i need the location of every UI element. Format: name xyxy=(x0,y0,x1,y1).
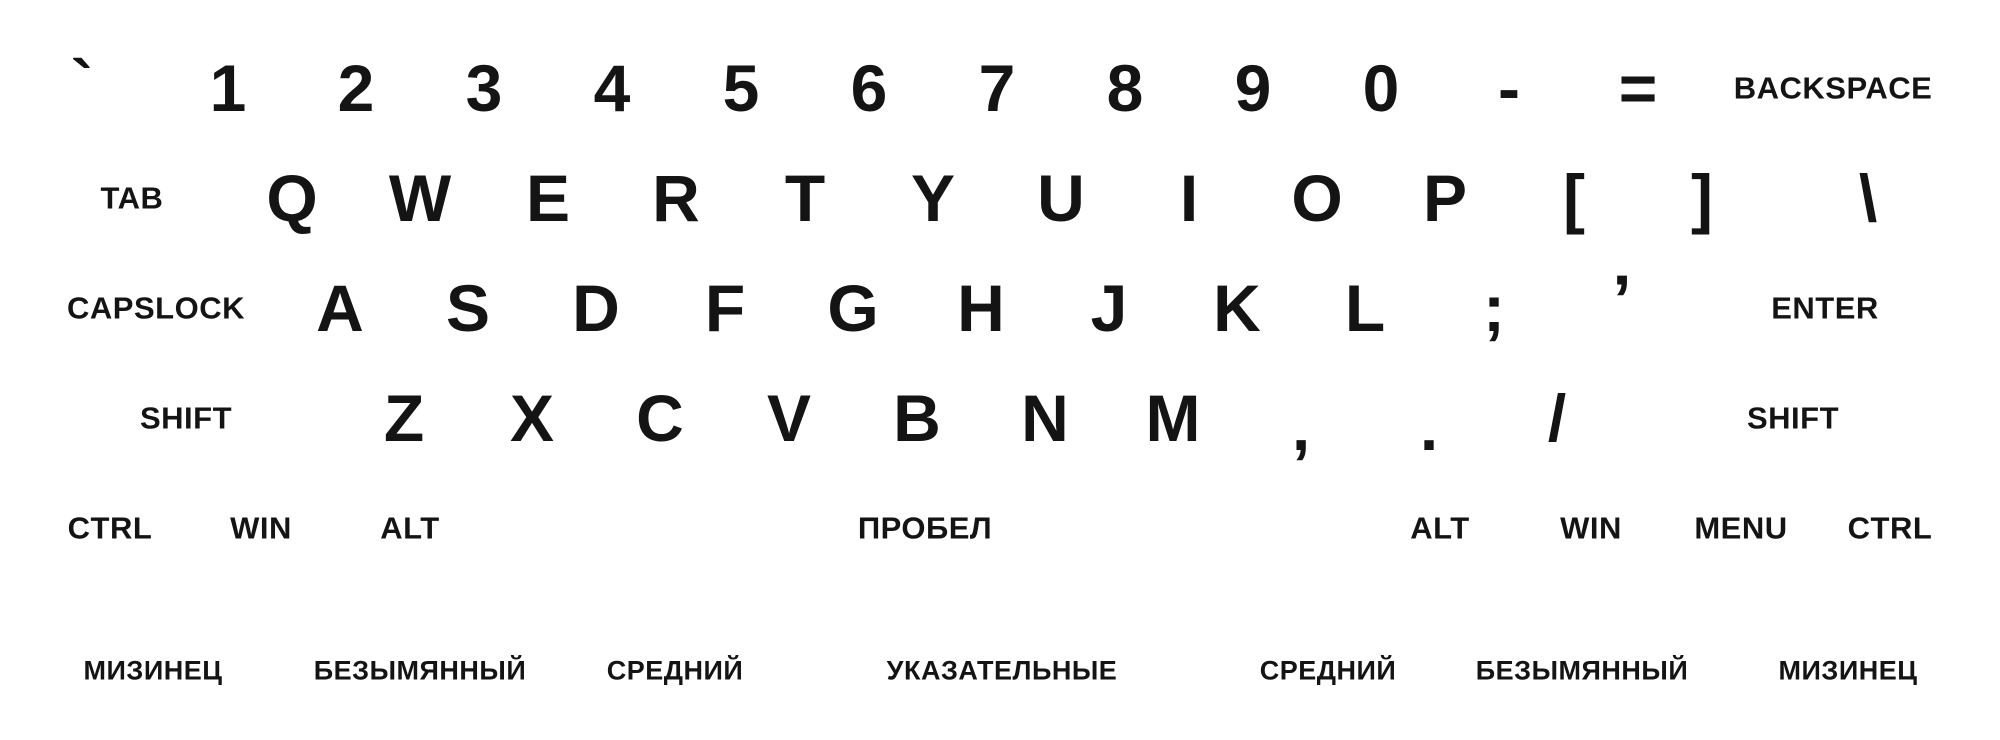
finger-label-right-pinky: МИЗИНЕЦ xyxy=(1778,655,1918,686)
key-1: 1 xyxy=(209,51,247,125)
finger-label-index: УКАЗАТЕЛЬНЫЕ xyxy=(886,655,1118,686)
key-s: S xyxy=(445,271,491,345)
key-o: O xyxy=(1291,161,1343,235)
finger-label-left-ring: БЕЗЫМЯННЫЙ xyxy=(313,655,527,686)
key-p: P xyxy=(1422,161,1468,235)
key-3: 3 xyxy=(465,51,503,125)
key-i: I xyxy=(1179,161,1199,235)
key-v: V xyxy=(766,381,812,455)
key-apostrophe: ’ xyxy=(1612,260,1632,339)
key-bracket-right: ] xyxy=(1691,161,1713,235)
key-comma: , xyxy=(1291,390,1311,465)
key-m: M xyxy=(1145,381,1201,455)
key-h: H xyxy=(957,271,1005,345)
finger-label-left-middle: СРЕДНИЙ xyxy=(606,655,744,686)
key-enter: ENTER xyxy=(1771,290,1879,326)
key-c: C xyxy=(636,381,684,455)
key-n: N xyxy=(1021,381,1069,455)
key-minus: - xyxy=(1498,51,1520,125)
key-e: E xyxy=(525,161,571,235)
key-capslock: CAPSLOCK xyxy=(67,290,245,326)
key-tab: TAB xyxy=(100,180,164,216)
key-8: 8 xyxy=(1106,51,1144,125)
key-0: 0 xyxy=(1362,51,1400,125)
key-shift-right: SHIFT xyxy=(1746,400,1840,436)
key-equals: = xyxy=(1618,51,1658,125)
key-shift-left: SHIFT xyxy=(139,400,233,436)
key-d: D xyxy=(572,271,620,345)
key-semicolon: ; xyxy=(1483,271,1505,345)
key-7: 7 xyxy=(978,51,1016,125)
key-a: A xyxy=(316,271,364,345)
key-backslash: \ xyxy=(1858,161,1878,235)
key-space: ПРОБЕЛ xyxy=(857,510,993,546)
key-r: R xyxy=(652,161,700,235)
key-4: 4 xyxy=(593,51,631,125)
key-t: T xyxy=(784,161,826,235)
finger-label-left-pinky: МИЗИНЕЦ xyxy=(83,655,223,686)
key-bracket-left: [ xyxy=(1563,161,1585,235)
key-win-right: WIN xyxy=(1560,510,1622,546)
key-alt-left: ALT xyxy=(380,510,440,546)
key-5: 5 xyxy=(722,51,760,125)
key-l: L xyxy=(1344,271,1386,345)
key-backtick: ` xyxy=(71,46,93,121)
key-period: . xyxy=(1419,390,1439,465)
key-k: K xyxy=(1213,271,1261,345)
key-f: F xyxy=(704,271,746,345)
key-ctrl-right: CTRL xyxy=(1847,510,1933,546)
key-menu: MENU xyxy=(1694,510,1788,546)
key-alt-right: ALT xyxy=(1410,510,1470,546)
key-2: 2 xyxy=(337,51,375,125)
key-g: G xyxy=(827,271,879,345)
key-9: 9 xyxy=(1234,51,1272,125)
key-win-left: WIN xyxy=(230,510,292,546)
key-b: B xyxy=(893,381,941,455)
key-x: X xyxy=(509,381,555,455)
finger-label-right-ring: БЕЗЫМЯННЫЙ xyxy=(1475,655,1689,686)
key-y: Y xyxy=(910,161,956,235)
key-6: 6 xyxy=(850,51,888,125)
key-j: J xyxy=(1090,271,1128,345)
key-z: Z xyxy=(383,381,425,455)
key-w: W xyxy=(388,161,452,235)
finger-label-right-middle: СРЕДНИЙ xyxy=(1259,655,1397,686)
key-ctrl-left: CTRL xyxy=(67,510,153,546)
key-slash: / xyxy=(1547,381,1567,455)
keyboard-layout: ` 1 2 3 4 5 6 7 8 9 0 - = BACKSPACE TAB … xyxy=(0,0,2000,740)
key-q: Q xyxy=(266,161,318,235)
key-u: U xyxy=(1037,161,1085,235)
key-backspace: BACKSPACE xyxy=(1733,70,1933,106)
